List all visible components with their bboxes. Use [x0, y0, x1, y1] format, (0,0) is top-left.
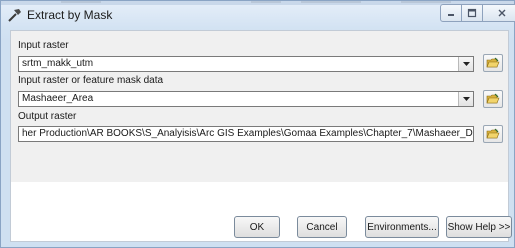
title-bar-top-strip: [1, 1, 514, 5]
output-raster-field[interactable]: her Production\AR BOOKS\S_Analyisis\Arc …: [18, 126, 474, 142]
open-folder-icon: [486, 57, 500, 68]
cancel-button[interactable]: Cancel: [297, 216, 347, 238]
mask-data-label: Input raster or feature mask data: [18, 75, 164, 86]
output-raster-value: her Production\AR BOOKS\S_Analyisis\Arc …: [22, 128, 474, 139]
input-raster-combo[interactable]: srtm_makk_utm: [18, 56, 474, 72]
maximize-button[interactable]: [461, 4, 483, 22]
show-help-button[interactable]: Show Help >>: [446, 216, 512, 238]
dialog-window: Extract by Mask Input raster srtm_makk_u…: [0, 0, 515, 248]
mask-data-value: Mashaeer_Area: [22, 93, 94, 104]
chevron-down-icon: [462, 96, 470, 101]
mask-data-dropdown-button[interactable]: [458, 92, 473, 106]
background-artifact: [401, 1, 451, 3]
chevron-down-icon: [462, 61, 470, 66]
input-raster-browse-button[interactable]: [483, 54, 503, 72]
minimize-icon: [448, 14, 454, 16]
tool-hammer-icon: [8, 9, 21, 22]
output-raster-label: Output raster: [18, 111, 77, 122]
title-bar[interactable]: Extract by Mask: [1, 1, 515, 27]
mask-data-combo[interactable]: Mashaeer_Area: [18, 91, 474, 107]
input-raster-value: srtm_makk_utm: [22, 58, 94, 69]
window-title: Extract by Mask: [27, 8, 113, 22]
environments-button[interactable]: Environments...: [365, 216, 439, 238]
background-artifact: [251, 1, 281, 3]
open-folder-icon: [486, 128, 500, 139]
background-artifact: [61, 1, 101, 3]
maximize-icon: [467, 8, 477, 18]
dialog-client-area: Input raster srtm_makk_utm Input raster …: [10, 30, 509, 242]
input-raster-label: Input raster: [18, 40, 69, 51]
minimize-button[interactable]: [440, 4, 462, 22]
close-icon: [498, 9, 506, 17]
close-button[interactable]: [482, 4, 515, 22]
input-raster-dropdown-button[interactable]: [458, 57, 473, 71]
open-folder-icon: [486, 93, 500, 104]
mask-data-browse-button[interactable]: [483, 90, 503, 108]
background-artifact: [301, 1, 361, 3]
ok-button[interactable]: OK: [234, 216, 280, 238]
window-controls: [440, 4, 515, 23]
output-raster-browse-button[interactable]: [483, 125, 503, 143]
parameters-panel: Input raster srtm_makk_utm Input raster …: [11, 31, 508, 182]
